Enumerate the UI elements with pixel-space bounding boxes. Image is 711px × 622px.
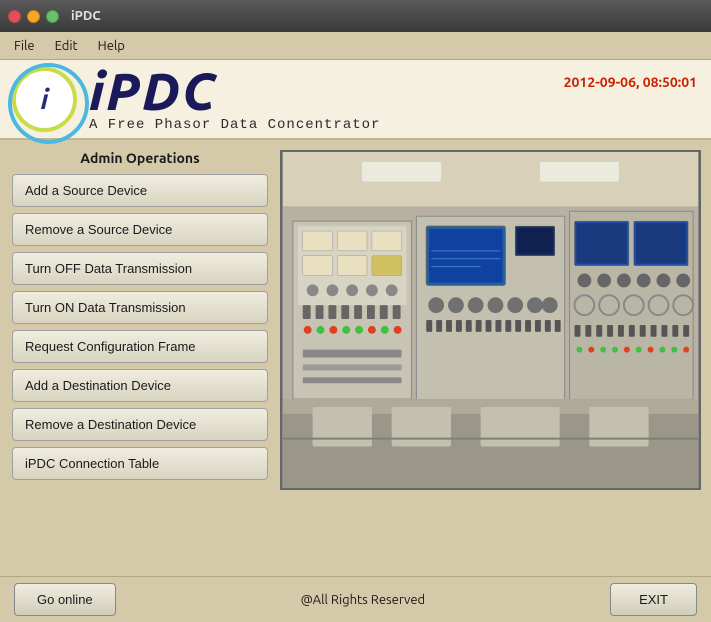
turn-off-transmission-button[interactable]: Turn OFF Data Transmission — [12, 252, 268, 285]
window-title: iPDC — [71, 9, 101, 23]
footer: Go online @All Rights Reserved EXIT — [0, 576, 711, 622]
add-source-button[interactable]: Add a Source Device — [12, 174, 268, 207]
brand-title: iPDC — [89, 65, 380, 117]
titlebar: iPDC — [0, 0, 711, 32]
left-panel: Admin Operations Add a Source Device Rem… — [0, 140, 280, 576]
request-config-button[interactable]: Request Configuration Frame — [12, 330, 268, 363]
main-content: Admin Operations Add a Source Device Rem… — [0, 140, 711, 576]
logo-icon: i — [12, 67, 77, 132]
go-online-button[interactable]: Go online — [14, 583, 116, 616]
turn-on-transmission-button[interactable]: Turn ON Data Transmission — [12, 291, 268, 324]
remove-destination-button[interactable]: Remove a Destination Device — [12, 408, 268, 441]
control-room-image — [280, 150, 701, 490]
minimize-button[interactable] — [27, 10, 40, 23]
remove-source-button[interactable]: Remove a Source Device — [12, 213, 268, 246]
logo-letter: i — [41, 84, 49, 115]
add-destination-button[interactable]: Add a Destination Device — [12, 369, 268, 402]
admin-title: Admin Operations — [12, 150, 268, 166]
maximize-button[interactable] — [46, 10, 59, 23]
brand-subtitle: A Free Phasor Data Concentrator — [89, 117, 380, 133]
menu-file[interactable]: File — [4, 35, 45, 57]
exit-button[interactable]: EXIT — [610, 583, 697, 616]
right-panel — [280, 140, 711, 576]
menu-help[interactable]: Help — [88, 35, 135, 57]
brand-text: iPDC A Free Phasor Data Concentrator — [89, 65, 380, 133]
copyright-text: @All Rights Reserved — [301, 593, 426, 607]
menubar: File Edit Help — [0, 32, 711, 60]
datetime-display: 2012-09-06, 08:50:01 — [564, 74, 697, 90]
close-button[interactable] — [8, 10, 21, 23]
connection-table-button[interactable]: iPDC Connection Table — [12, 447, 268, 480]
header: i iPDC A Free Phasor Data Concentrator 2… — [0, 60, 711, 140]
menu-edit[interactable]: Edit — [45, 35, 88, 57]
